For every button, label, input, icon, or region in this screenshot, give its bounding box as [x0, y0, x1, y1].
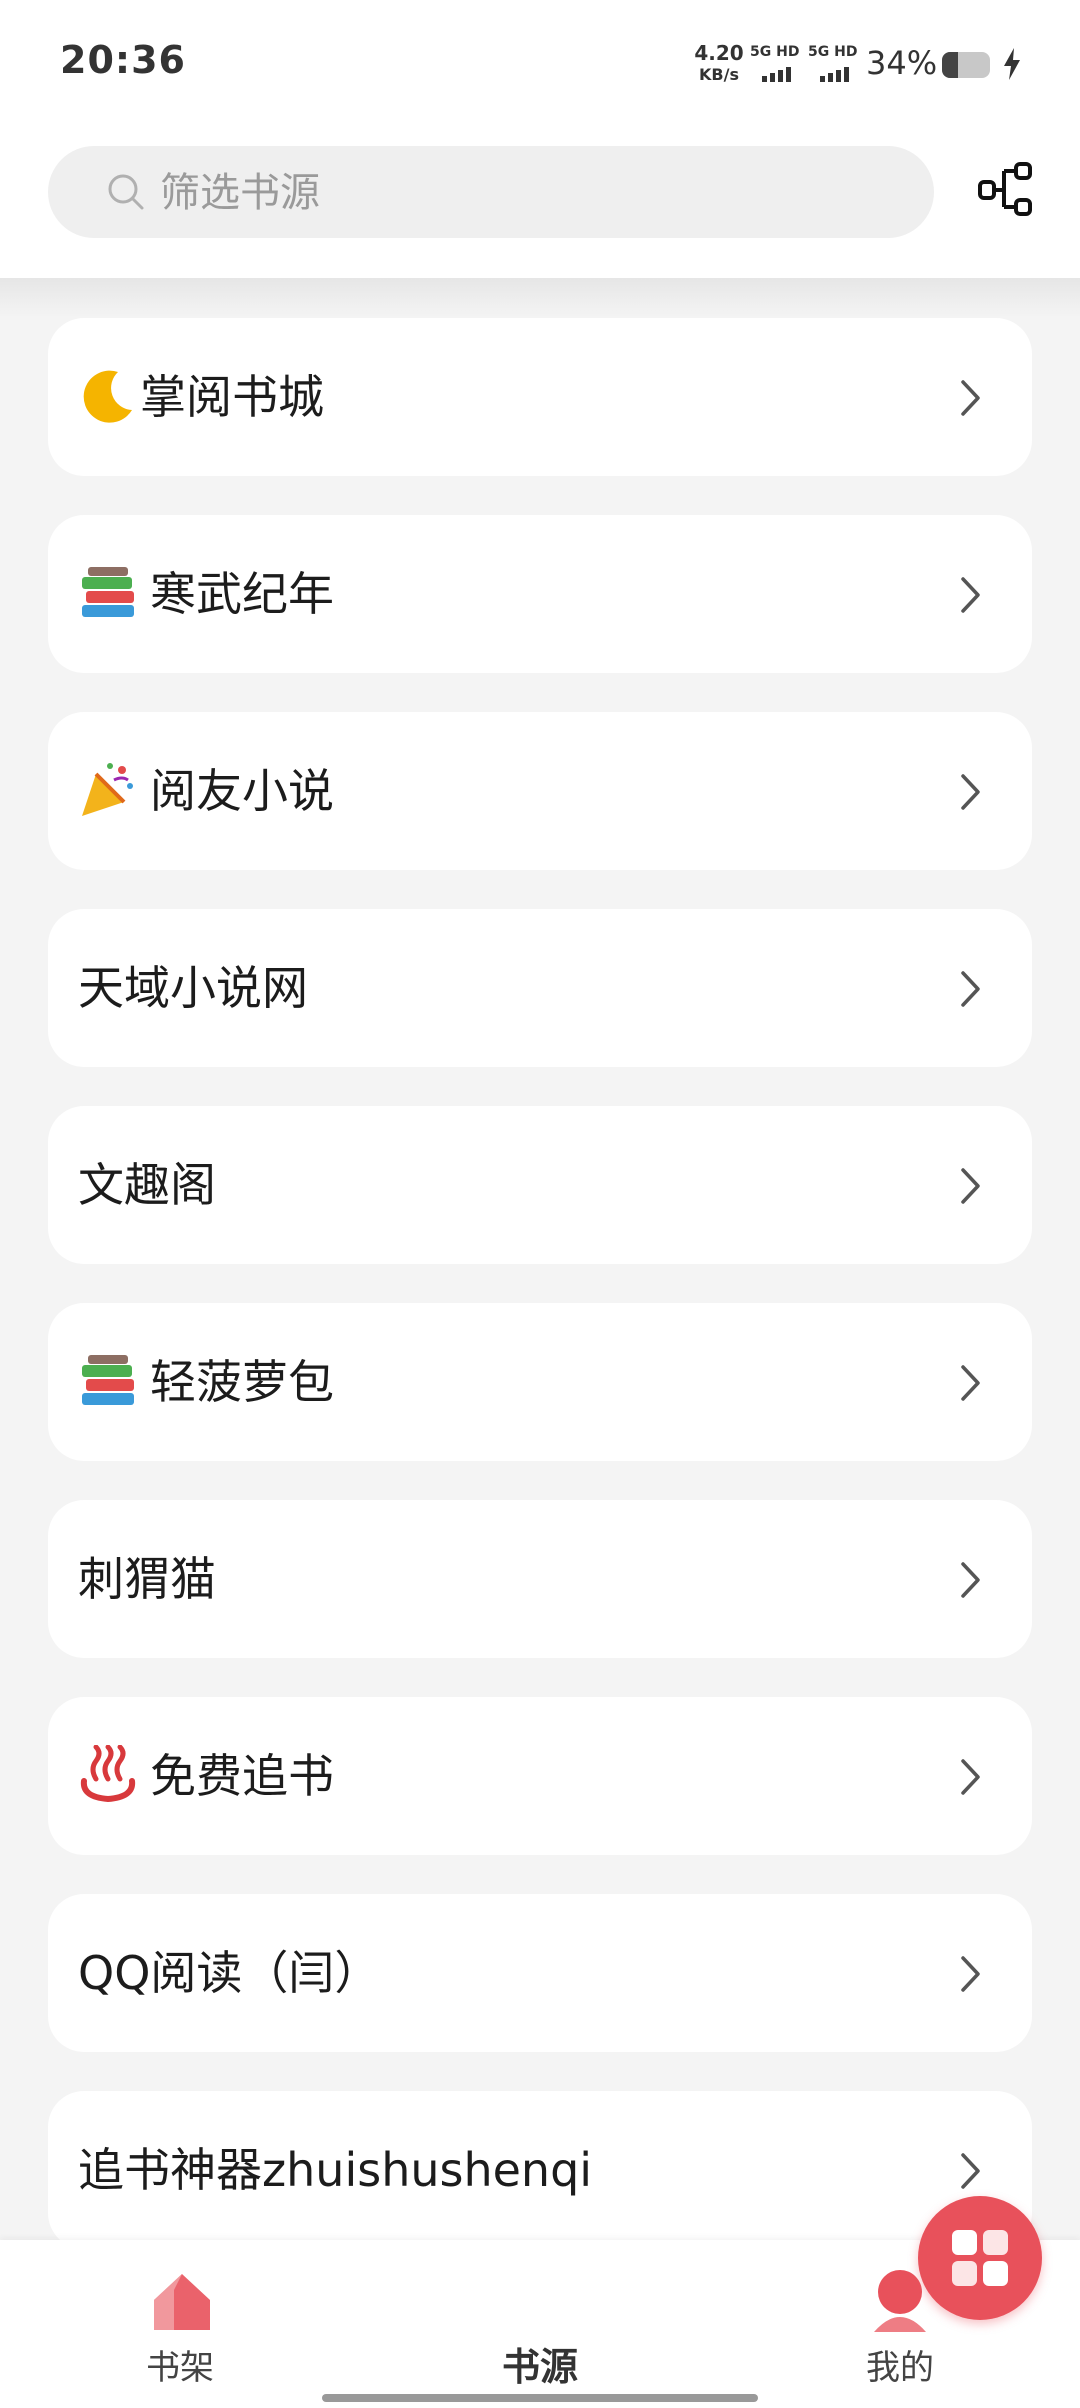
nav-sources[interactable]: 书源 — [440, 2196, 1042, 2408]
books-icon — [82, 567, 134, 617]
chevron-right-icon — [961, 774, 980, 810]
bottom-nav: 书架 书源 我的 — [0, 2196, 1080, 2408]
source-name: 追书神器zhuishushenqi — [78, 2143, 593, 2197]
source-name: 寒武纪年 — [150, 567, 334, 621]
bookshelf-house-icon — [154, 2274, 210, 2330]
chevron-right-icon — [961, 2153, 980, 2189]
source-name: 刺猬猫 — [78, 1552, 216, 1606]
search-icon — [108, 174, 144, 210]
status-bar: 20:36 4.20 KB/s 5G HD 5G HD 34% — [0, 0, 1080, 130]
source-tree-icon[interactable] — [976, 160, 1036, 220]
crescent-moon-icon — [83, 370, 132, 423]
party-popper-icon — [82, 763, 133, 816]
source-name: 天域小说网 — [78, 961, 308, 1015]
chevron-right-icon — [961, 1365, 980, 1401]
battery-fill — [942, 52, 959, 78]
source-item[interactable]: 天域小说网 — [48, 909, 1032, 1067]
network-speed-unit: KB/s — [699, 65, 739, 84]
profile-icon — [874, 2270, 926, 2332]
nav-label-bookshelf: 书架 — [146, 2348, 214, 2388]
chevron-right-icon — [961, 380, 980, 416]
source-item[interactable]: 免费追书 — [48, 1697, 1032, 1855]
source-item[interactable]: 轻菠萝包 — [48, 1303, 1032, 1461]
nav-label-profile: 我的 — [866, 2348, 934, 2388]
nav-profile[interactable]: 我的 — [800, 2240, 1000, 2408]
source-item[interactable]: 文趣阁 — [48, 1106, 1032, 1264]
source-item[interactable]: 刺猬猫 — [48, 1500, 1032, 1658]
status-time: 20:36 — [60, 38, 186, 82]
source-name: 免费追书 — [150, 1749, 334, 1803]
nav-label-sources: 书源 — [501, 2345, 578, 2389]
source-list: 掌阅书城 寒武纪年 阅友小说 天域小说网 文趣阁 轻菠萝包 刺猬猫 免费追书 Q… — [48, 318, 1032, 2240]
sim2-label: 5G HD — [808, 44, 858, 60]
sim1-label: 5G HD — [750, 44, 800, 60]
books-icon — [82, 1355, 134, 1405]
chevron-right-icon — [961, 1759, 980, 1795]
header-shadow — [0, 278, 1080, 318]
chevron-right-icon — [961, 971, 980, 1007]
source-name: 阅友小说 — [150, 764, 334, 818]
nav-bookshelf[interactable]: 书架 — [80, 2240, 280, 2408]
chevron-right-icon — [961, 1956, 980, 1992]
source-item[interactable]: 寒武纪年 — [48, 515, 1032, 673]
source-name: 文趣阁 — [78, 1158, 216, 1212]
charging-bolt-icon — [1004, 48, 1020, 80]
battery-percent: 34% — [866, 44, 938, 82]
home-indicator — [322, 2394, 758, 2402]
chevron-right-icon — [961, 577, 980, 613]
network-speed-value: 4.20 — [694, 41, 744, 65]
source-name: QQ阅读（闫） — [78, 1946, 381, 2000]
source-name: 掌阅书城 — [140, 370, 324, 424]
chevron-right-icon — [961, 1562, 980, 1598]
source-item[interactable]: 阅友小说 — [48, 712, 1032, 870]
source-item[interactable]: 追书神器zhuishushenqi — [48, 2091, 1032, 2240]
search-box[interactable] — [48, 146, 934, 240]
sim1-signal-icon: 5G HD — [750, 44, 800, 82]
header — [0, 130, 1080, 278]
sim2-signal-icon: 5G HD — [808, 44, 858, 82]
network-speed: 4.20 KB/s — [690, 42, 748, 86]
chevron-right-icon — [961, 1168, 980, 1204]
search-input[interactable] — [158, 146, 862, 240]
source-item[interactable]: 掌阅书城 — [48, 318, 1032, 476]
source-item[interactable]: QQ阅读（闫） — [48, 1894, 1032, 2052]
hot-springs-icon — [80, 1745, 136, 1803]
source-name: 轻菠萝包 — [150, 1355, 334, 1409]
battery-icon — [942, 52, 990, 78]
